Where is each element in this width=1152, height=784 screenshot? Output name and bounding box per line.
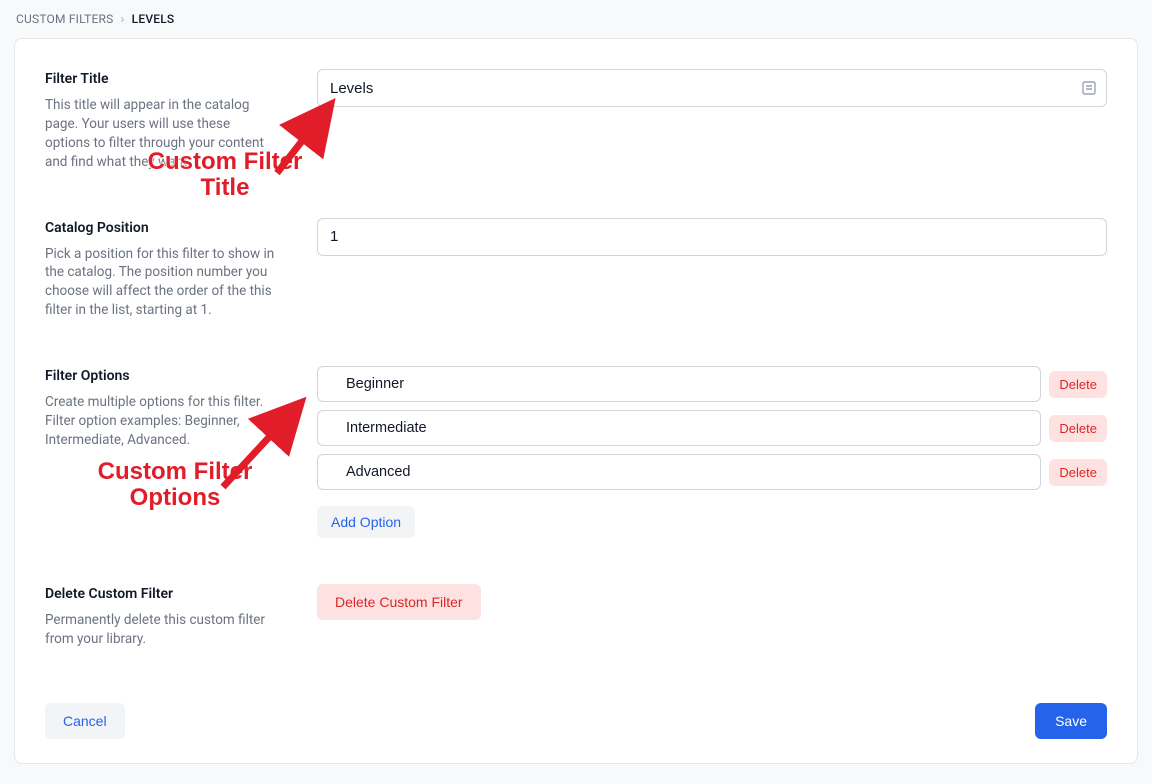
- catalog-position-description: Pick a position for this filter to show …: [45, 245, 277, 321]
- section-delete-filter: Delete Custom Filter Permanently delete …: [45, 584, 1107, 649]
- catalog-position-heading: Catalog Position: [45, 218, 277, 239]
- section-filter-options: Filter Options Create multiple options f…: [45, 366, 1107, 538]
- delete-option-button[interactable]: Delete: [1049, 371, 1107, 398]
- form-footer: Cancel Save: [45, 703, 1107, 739]
- filter-title-description: This title will appear in the catalog pa…: [45, 96, 277, 172]
- option-row: Delete: [317, 454, 1107, 490]
- autofill-icon: [1081, 80, 1097, 96]
- filter-title-heading: Filter Title: [45, 69, 277, 90]
- filter-options-heading: Filter Options: [45, 366, 277, 387]
- form-card: Filter Title This title will appear in t…: [14, 38, 1138, 764]
- delete-option-button[interactable]: Delete: [1049, 415, 1107, 442]
- section-filter-title: Filter Title This title will appear in t…: [45, 69, 1107, 172]
- section-catalog-position: Catalog Position Pick a position for thi…: [45, 218, 1107, 321]
- save-button[interactable]: Save: [1035, 703, 1107, 739]
- option-row: Delete: [317, 366, 1107, 402]
- chevron-right-icon: ›: [121, 12, 125, 26]
- filter-title-input[interactable]: [317, 69, 1107, 107]
- add-option-button[interactable]: Add Option: [317, 506, 415, 538]
- breadcrumb-current: LEVELS: [132, 12, 175, 26]
- cancel-button[interactable]: Cancel: [45, 703, 125, 739]
- delete-filter-description: Permanently delete this custom filter fr…: [45, 611, 277, 649]
- delete-option-button[interactable]: Delete: [1049, 459, 1107, 486]
- delete-filter-button[interactable]: Delete Custom Filter: [317, 584, 481, 620]
- breadcrumb-parent-link[interactable]: CUSTOM FILTERS: [16, 12, 113, 26]
- option-row: Delete: [317, 410, 1107, 446]
- option-input[interactable]: [317, 366, 1041, 402]
- option-input[interactable]: [317, 454, 1041, 490]
- catalog-position-input[interactable]: [317, 218, 1107, 256]
- filter-options-description: Create multiple options for this filter.…: [45, 393, 277, 450]
- option-input[interactable]: [317, 410, 1041, 446]
- delete-filter-heading: Delete Custom Filter: [45, 584, 277, 605]
- breadcrumb: CUSTOM FILTERS › LEVELS: [14, 10, 1138, 28]
